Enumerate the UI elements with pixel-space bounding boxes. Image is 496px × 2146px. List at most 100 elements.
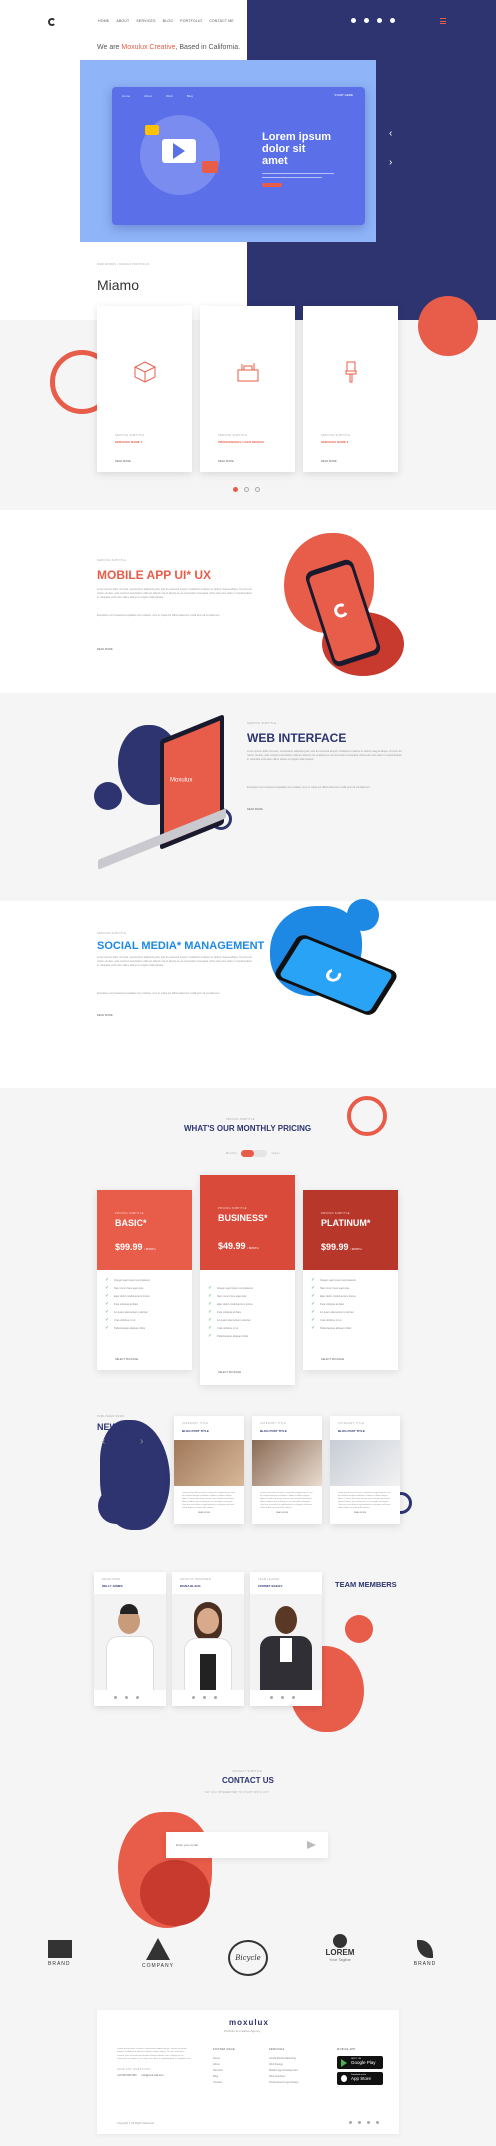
brand-logo[interactable]: COMPANY xyxy=(138,1938,178,1978)
check-icon: ✓ xyxy=(208,1325,213,1331)
news-subtitle: PUBLISHED NEWS xyxy=(97,1415,125,1418)
service-card[interactable]: SERVICE SUBTITLE SERVICES NAME 1 READ MO… xyxy=(97,306,192,472)
team-member-card[interactable]: DEVELOPER KELLY JAMES xyxy=(94,1572,166,1706)
nav-about[interactable]: ABOUT xyxy=(116,19,129,23)
twitter-icon[interactable] xyxy=(358,2121,361,2124)
facebook-icon[interactable] xyxy=(349,2121,352,2124)
plan-name: PLATINUM* xyxy=(321,1218,371,1228)
footer-phone[interactable]: +00 000 000 000 xyxy=(117,2074,137,2077)
linkedin-icon[interactable] xyxy=(136,1696,139,1699)
app-store-button[interactable]: Download on the App Store xyxy=(337,2072,383,2085)
linkedin-icon[interactable] xyxy=(292,1696,295,1699)
select-package-link[interactable]: SELECT PACKAGE xyxy=(321,1358,344,1361)
news-next-icon[interactable]: › xyxy=(140,1436,143,1447)
plan-feature: ✓ Nam nunc risus eget quis xyxy=(105,1285,144,1291)
instagram-icon[interactable] xyxy=(367,2121,370,2124)
twitter-icon[interactable] xyxy=(203,1696,206,1699)
service-card[interactable]: SERVICE SUBTITLE PROFESSIONAL LOGO DESIG… xyxy=(200,306,295,472)
logo-icon[interactable] xyxy=(48,18,56,26)
footer-service-link[interactable]: Professional Logo Design xyxy=(269,2080,299,2086)
footer-link-contact[interactable]: Contact xyxy=(213,2080,223,2086)
twitter-icon[interactable] xyxy=(377,18,382,23)
illustration xyxy=(140,115,220,195)
nav-contact[interactable]: CONTACT ME xyxy=(209,19,234,23)
pricing-card-business[interactable]: PRICING SUBTITLE BUSINESS* $49.99 / MONT… xyxy=(200,1175,295,1385)
brand-logo[interactable]: BRAND xyxy=(408,1940,442,1976)
toggle-switch[interactable] xyxy=(241,1150,268,1157)
blog-card[interactable]: CATEGORY TITLE BLOG POST TITLE Lorem ips… xyxy=(174,1416,244,1524)
plan-feature: ✓ Pellentesque aliquam dolor xyxy=(208,1333,249,1339)
feature1-read-more[interactable]: READ MORE xyxy=(97,648,113,651)
team-circle xyxy=(345,1615,373,1643)
menu-icon[interactable] xyxy=(440,18,446,24)
footer-email[interactable]: info@yourmail.com xyxy=(142,2074,164,2077)
play-icon xyxy=(173,143,185,159)
toggle-yearly[interactable]: Yearly xyxy=(271,1152,280,1155)
deco-circle-right xyxy=(418,296,478,356)
toggle-monthly[interactable]: Monthly xyxy=(226,1152,237,1155)
email-input[interactable] xyxy=(166,1832,286,1858)
twitter-icon[interactable] xyxy=(281,1696,284,1699)
twitter-icon[interactable] xyxy=(125,1696,128,1699)
facebook-icon[interactable] xyxy=(364,18,369,23)
blog-read-more[interactable]: READ MORE xyxy=(276,1512,288,1514)
facebook-icon[interactable] xyxy=(114,1696,117,1699)
nav-blog[interactable]: BLOG xyxy=(163,19,174,23)
blog-title: BLOG POST TITLE xyxy=(338,1429,365,1433)
footer-tagline: Portfolio & Creative Agency xyxy=(224,2029,261,2033)
carousel-dots xyxy=(233,487,260,492)
feature3-title: SOCIAL MEDIA* MANAGEMENT xyxy=(97,940,265,952)
plan-name: BUSINESS* xyxy=(218,1213,268,1223)
select-package-link[interactable]: SELECT PACKAGE xyxy=(218,1371,241,1374)
check-icon: ✓ xyxy=(311,1293,316,1299)
check-icon: ✓ xyxy=(105,1293,110,1299)
facebook-icon[interactable] xyxy=(192,1696,195,1699)
hero-intro: We are Moxulux Creative, Based in Califo… xyxy=(97,44,240,51)
plan-feature: ✓ Pellentesque aliquam dolor xyxy=(105,1325,146,1331)
linkedin-icon[interactable] xyxy=(214,1696,217,1699)
blog-card[interactable]: CATEGORY TITLE BLOG POST TITLE Lorem ips… xyxy=(330,1416,400,1524)
pricing-card-platinum[interactable]: PRICING SUBTITLE PLATINUM* $99.99 / MONT… xyxy=(303,1190,398,1370)
carousel-dot[interactable] xyxy=(255,487,260,492)
blog-read-more[interactable]: READ MORE xyxy=(354,1512,366,1514)
pricing-subtitle: PRICING SUBTITLE xyxy=(226,1118,255,1121)
youtube-icon[interactable] xyxy=(376,2121,379,2124)
feature3-subtitle: SERVICE SUBTITLE xyxy=(97,932,127,935)
brand-name: BRAND xyxy=(413,1961,437,1967)
feature2-read-more[interactable]: READ MORE xyxy=(247,808,263,811)
nav-home[interactable]: HOME xyxy=(98,19,109,23)
blog-card[interactable]: CATEGORY TITLE BLOG POST TITLE Lorem ips… xyxy=(252,1416,322,1524)
blog-read-more[interactable]: READ MORE xyxy=(198,1512,210,1514)
team-member-card[interactable]: GRAPHIC DESIGNER DIANA BLACK xyxy=(172,1572,244,1706)
brand-logo[interactable]: BRAND xyxy=(48,1940,82,1976)
search-icon[interactable] xyxy=(351,18,356,23)
team-member-card[interactable]: TEAM LEADER CORNET BAILEY xyxy=(250,1572,322,1706)
plan-period: / MONTH xyxy=(144,1248,156,1251)
news-prev-icon[interactable]: ‹ xyxy=(102,1436,105,1447)
intro-brand: Moxulux Creative xyxy=(121,44,176,51)
news-title: NEWS* xyxy=(97,1422,128,1432)
plan-feature: ✓ Integer eget ipsum est placerat xyxy=(311,1277,356,1283)
facebook-icon[interactable] xyxy=(270,1696,273,1699)
nav-portfolio[interactable]: PORTFOLIO xyxy=(180,19,202,23)
send-icon[interactable] xyxy=(307,1841,316,1849)
blog-excerpt: Lorem ipsum dolor sit amet, consectetur … xyxy=(338,1492,391,1508)
service-card[interactable]: SERVICE SUBTITLE SERVICES NAME 3 READ MO… xyxy=(303,306,398,472)
service-read-more[interactable]: READ MORE xyxy=(218,460,234,463)
select-package-link[interactable]: SELECT PACKAGE xyxy=(115,1358,138,1361)
slider-prev-icon[interactable]: ‹ xyxy=(389,128,392,139)
plan-period: / MONTH xyxy=(350,1248,362,1251)
check-icon: ✓ xyxy=(311,1317,316,1323)
service-read-more[interactable]: READ MORE xyxy=(115,460,131,463)
feature3-read-more[interactable]: READ MORE xyxy=(97,1014,113,1017)
slider-next-icon[interactable]: › xyxy=(389,157,392,168)
google-play-button[interactable]: GET IT ON Google Play xyxy=(337,2056,383,2069)
brand-logo[interactable]: Bicycle xyxy=(228,1940,268,1976)
service-read-more[interactable]: READ MORE xyxy=(321,460,337,463)
youtube-icon[interactable] xyxy=(390,18,395,23)
pricing-card-basic[interactable]: PRICING SUBTITLE BASIC* $99.99 / MONTH ✓… xyxy=(97,1190,192,1370)
carousel-dot[interactable] xyxy=(244,487,249,492)
carousel-dot-active[interactable] xyxy=(233,487,238,492)
brand-logo[interactable]: LOREM Your Tagline xyxy=(318,1934,362,1978)
nav-services[interactable]: SERVICES xyxy=(136,19,155,23)
